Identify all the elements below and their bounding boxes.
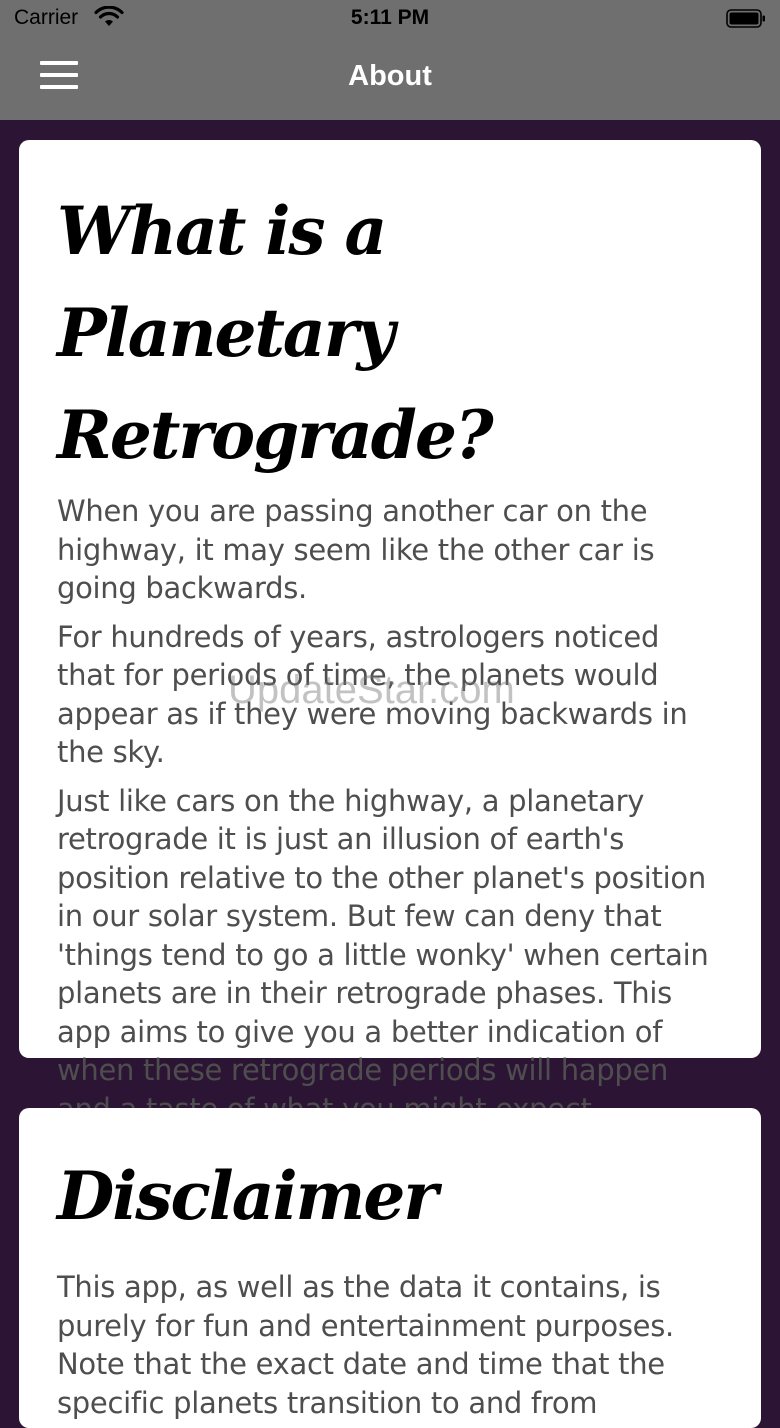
retrograde-info-card: What is a Planetary Retrograde? When you…	[19, 140, 761, 1126]
section-paragraph: For hundreds of years, astrologers notic…	[57, 619, 688, 770]
disclaimer-card: Disclaimer This app, as well as the data…	[19, 1108, 761, 1428]
section-title: What is a Planetary Retrograde?	[57, 192, 494, 474]
status-bar: Carrier 5:11 PM	[0, 0, 780, 40]
battery-icon	[726, 9, 765, 28]
status-time: 5:11 PM	[350, 6, 430, 29]
section-title: Disclaimer	[57, 1157, 438, 1235]
section-paragraph: This app, as well as the data it contain…	[57, 1270, 674, 1420]
page-title: About	[348, 60, 432, 92]
navigation-bar: About	[0, 40, 780, 120]
section-paragraph: When you are passing another car on the …	[57, 494, 655, 605]
section-paragraph: Just like cars on the highway, a planeta…	[57, 783, 709, 1126]
